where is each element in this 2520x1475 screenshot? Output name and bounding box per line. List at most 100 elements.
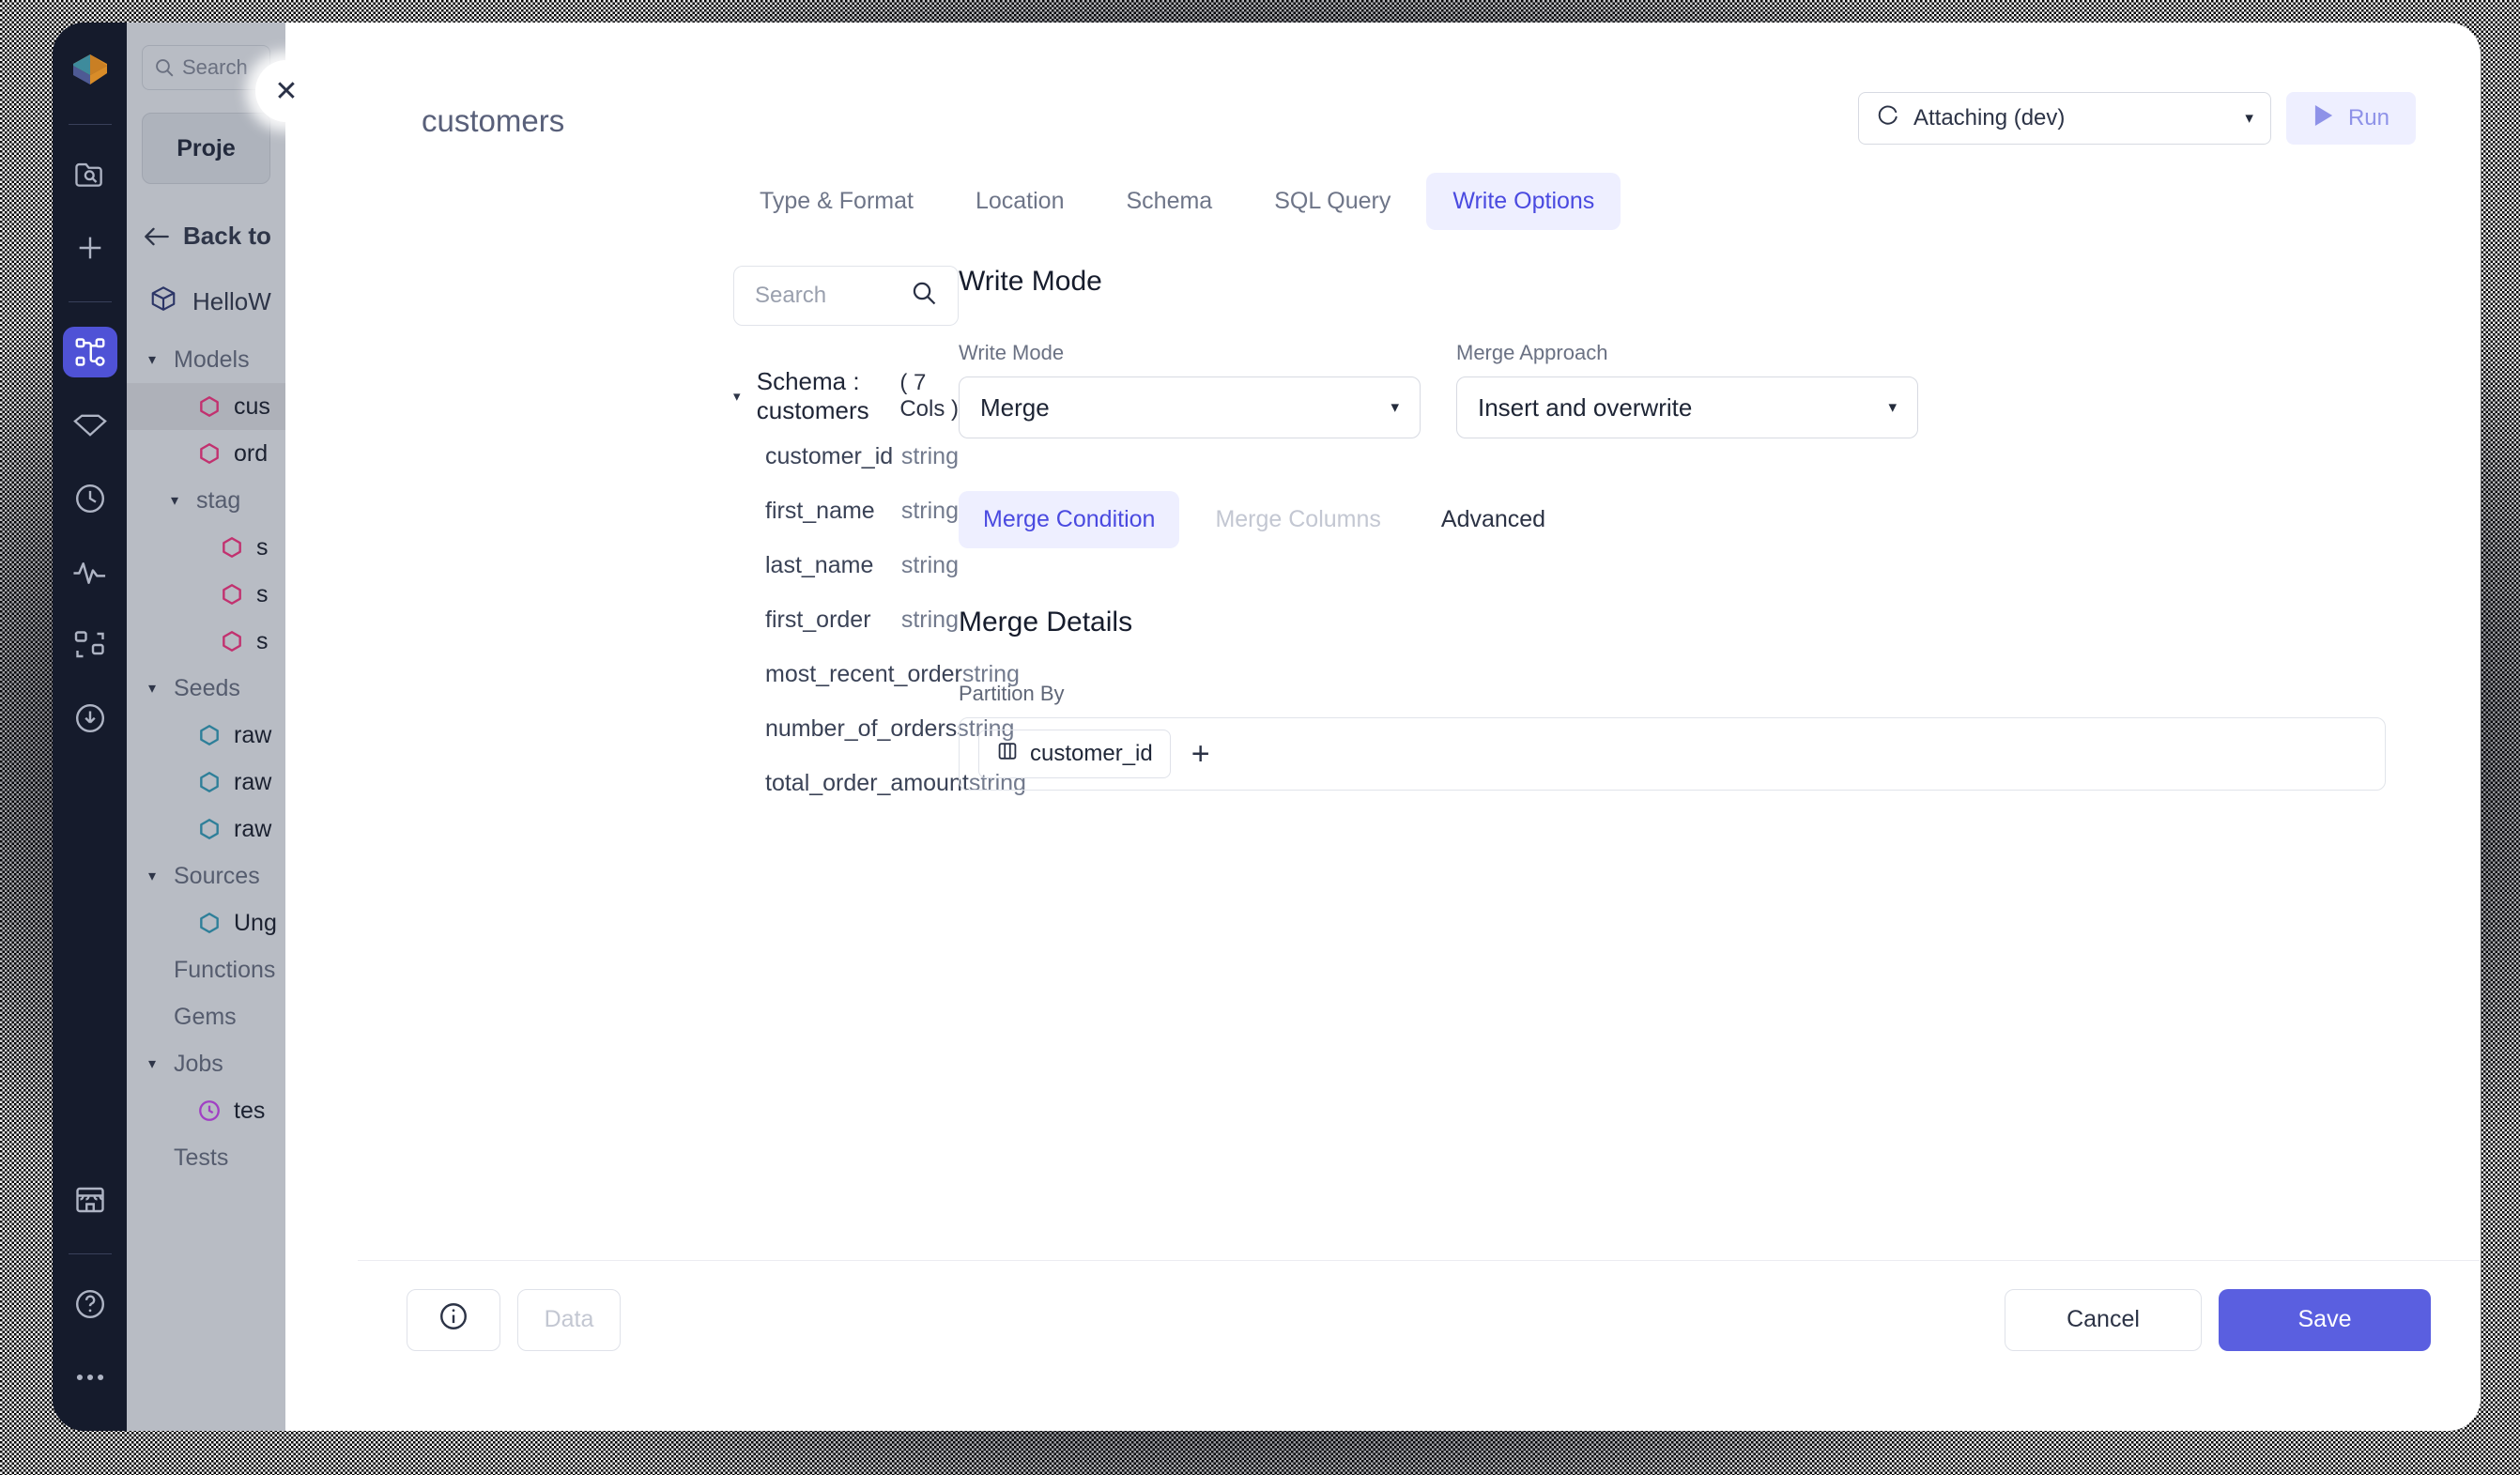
- tab-type-format[interactable]: Type & Format: [733, 173, 940, 230]
- plus-icon[interactable]: [63, 223, 117, 273]
- tree-item-sources[interactable]: ▾ Sources: [127, 853, 285, 899]
- tree-item-seeds[interactable]: ▾ Seeds: [127, 665, 285, 712]
- sidebar-search-input[interactable]: Search: [142, 45, 270, 90]
- chevron-down-icon[interactable]: ▾: [142, 350, 162, 369]
- schema-column-row[interactable]: most_recent_order string: [733, 651, 1020, 698]
- tab-write-options[interactable]: Write Options: [1426, 173, 1621, 230]
- merge-details-section: Merge Details Partition By customer_id +: [959, 607, 2386, 791]
- project-tree: ▾ Models cus ord ▾ stag s s s ▾ Seeds raw raw raw ▾ Sou…: [127, 336, 285, 1181]
- tab-schema[interactable]: Schema: [1099, 173, 1238, 230]
- subtab-advanced[interactable]: Advanced: [1417, 491, 1570, 548]
- clock-icon[interactable]: [63, 473, 117, 524]
- more-icon[interactable]: [63, 1352, 117, 1403]
- tab-sql-query[interactable]: SQL Query: [1248, 173, 1417, 230]
- subtab-merge-condition[interactable]: Merge Condition: [959, 491, 1180, 548]
- partition-chip[interactable]: customer_id: [978, 730, 1171, 778]
- schema-column-row[interactable]: customer_id string: [733, 433, 959, 480]
- chevron-down-icon[interactable]: ▾: [142, 867, 162, 885]
- pipeline-icon[interactable]: [62, 327, 117, 377]
- search-icon[interactable]: [911, 280, 937, 313]
- chevron-down-icon[interactable]: ▾: [1888, 398, 1897, 417]
- gem-icon[interactable]: [63, 400, 117, 451]
- chevron-down-icon[interactable]: ▾: [2245, 109, 2253, 128]
- tree-item-s[interactable]: s: [127, 618, 285, 665]
- tree-item-stag[interactable]: ▾ stag: [127, 477, 285, 524]
- schema-header[interactable]: ▾ Schema : customers ( 7 Cols ): [733, 367, 959, 425]
- tree-item-label: Gems: [174, 1003, 237, 1030]
- tree-item-s[interactable]: s: [127, 524, 285, 571]
- tree-item-label: s: [256, 533, 269, 561]
- column-icon: [996, 740, 1019, 769]
- activity-icon[interactable]: [63, 546, 117, 597]
- subtab-merge-columns: Merge Columns: [1215, 506, 1381, 532]
- back-to-button[interactable]: Back to: [144, 222, 285, 251]
- chevron-down-icon[interactable]: ▾: [142, 679, 162, 698]
- merge-approach-value: Insert and overwrite: [1478, 392, 1693, 422]
- tree-item-s[interactable]: s: [127, 571, 285, 618]
- partition-by-field[interactable]: customer_id +: [959, 717, 2386, 791]
- merge-details-title: Merge Details: [959, 607, 1133, 638]
- modal-footer: Data Cancel Save: [358, 1260, 2480, 1378]
- schema-column-row[interactable]: first_name string: [733, 487, 959, 534]
- close-icon[interactable]: ✕: [255, 60, 317, 122]
- schema-column-name: first_name: [765, 497, 875, 524]
- tab-location[interactable]: Location: [949, 173, 1091, 230]
- modal-header-actions: Attaching (dev) ▾ Run: [1857, 92, 2416, 145]
- model-hex-icon: [196, 441, 223, 466]
- tree-item-raw[interactable]: raw: [127, 712, 285, 759]
- tree-item-jobs[interactable]: ▾ Jobs: [127, 1040, 285, 1087]
- spinner-icon: [1876, 103, 1900, 134]
- tree-item-raw[interactable]: raw: [127, 759, 285, 806]
- schema-column-row[interactable]: total_order_amount string: [733, 760, 1026, 807]
- schema-column-type: string: [900, 551, 959, 578]
- chevron-down-icon[interactable]: ▾: [733, 388, 749, 405]
- schema-column-row[interactable]: number_of_orders string: [733, 705, 1014, 752]
- logo-icon[interactable]: [63, 45, 117, 96]
- tree-item-label: raw: [234, 768, 272, 795]
- dataset-hex-icon: [196, 770, 223, 794]
- cancel-button[interactable]: Cancel: [2005, 1288, 2202, 1351]
- info-button[interactable]: [407, 1288, 500, 1351]
- schema-search-input[interactable]: Search: [733, 266, 959, 326]
- run-button[interactable]: Run: [2285, 92, 2416, 145]
- schema-column-count: ( 7 Cols ): [899, 370, 959, 422]
- write-mode-value: Merge: [980, 392, 1050, 422]
- add-partition-button[interactable]: +: [1191, 738, 1210, 770]
- schema-search-placeholder: Search: [755, 283, 827, 308]
- project-root-item[interactable]: HelloW: [149, 284, 285, 319]
- help-icon[interactable]: [63, 1279, 117, 1329]
- write-options-modal: customers Attaching (dev) ▾ Run Type & F…: [358, 45, 2480, 1378]
- tree-item-tests[interactable]: Tests: [127, 1134, 285, 1181]
- tree-item-raw[interactable]: raw: [127, 806, 285, 853]
- write-mode-fields: Write Mode Merge ▾ Merge Approach Insert…: [959, 341, 2386, 438]
- schema-column-name: first_order: [765, 606, 871, 633]
- write-options-panel: Write Mode Write Mode Merge ▾ Merge Appr…: [959, 266, 2480, 1260]
- data-button[interactable]: Data: [517, 1288, 621, 1351]
- schema-column-row[interactable]: last_name string: [733, 542, 959, 589]
- dataset-hex-icon: [196, 723, 223, 747]
- download-icon[interactable]: [63, 693, 117, 744]
- chevron-down-icon[interactable]: ▾: [164, 491, 185, 510]
- tree-item-ord[interactable]: ord: [127, 430, 285, 477]
- tree-item-gems[interactable]: Gems: [127, 993, 285, 1040]
- tree-item-functions[interactable]: Functions: [127, 946, 285, 993]
- tree-item-ung[interactable]: Ung: [127, 899, 285, 946]
- chevron-down-icon[interactable]: ▾: [1391, 398, 1399, 417]
- environment-select[interactable]: Attaching (dev) ▾: [1857, 92, 2271, 145]
- write-mode-select[interactable]: Merge ▾: [959, 376, 1421, 438]
- schema-column-row[interactable]: first_order string: [733, 596, 959, 643]
- chevron-down-icon[interactable]: ▾: [142, 1054, 162, 1073]
- folder-search-icon[interactable]: [63, 149, 117, 200]
- store-icon[interactable]: [63, 1175, 117, 1225]
- save-button[interactable]: Save: [2219, 1288, 2431, 1351]
- tree-item-models[interactable]: ▾ Models: [127, 336, 285, 383]
- rail-divider-mid: [68, 301, 112, 302]
- project-tab-button[interactable]: Proje: [142, 113, 270, 184]
- cluster-icon[interactable]: [63, 620, 117, 670]
- tree-item-tes[interactable]: tes: [127, 1087, 285, 1134]
- partition-chip-label: customer_id: [1030, 741, 1153, 766]
- tree-item-cus[interactable]: cus: [127, 383, 285, 430]
- left-icon-rail: [53, 23, 127, 1431]
- project-sidebar: Search Proje Back to HelloW ▾ Models cus or…: [127, 23, 285, 1431]
- merge-approach-select[interactable]: Insert and overwrite ▾: [1456, 376, 1918, 438]
